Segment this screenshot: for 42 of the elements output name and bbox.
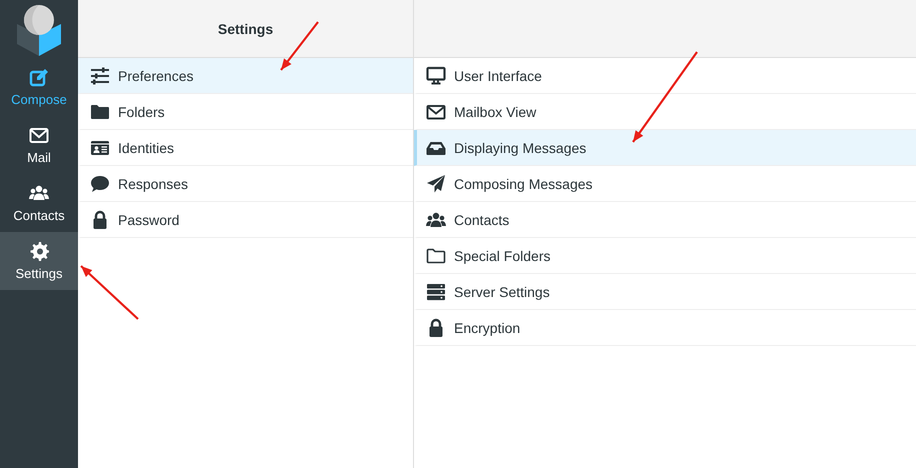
sliders-icon <box>90 66 110 86</box>
nav-item[interactable]: Mail <box>0 116 78 174</box>
list-item[interactable]: Encryption <box>414 310 916 346</box>
list-item[interactable]: Password <box>78 202 413 238</box>
item-label: User Interface <box>454 68 542 84</box>
item-label: Server Settings <box>454 284 550 300</box>
speech-bubble-icon <box>90 174 110 194</box>
list-item[interactable]: Displaying Messages <box>414 130 916 166</box>
item-label: Special Folders <box>454 248 550 264</box>
nav-item[interactable]: Settings <box>0 232 78 290</box>
annotation-arrow <box>80 265 139 320</box>
item-label: Folders <box>118 104 165 120</box>
gear-icon <box>29 241 49 261</box>
nav-item[interactable]: Compose <box>0 58 78 116</box>
list-item[interactable]: User Interface <box>414 58 916 94</box>
list-item[interactable]: Preferences <box>78 58 413 94</box>
item-label: Displaying Messages <box>454 140 586 156</box>
item-label: Password <box>118 212 180 228</box>
pencil-icon <box>29 67 49 87</box>
list-item[interactable]: Identities <box>78 130 413 166</box>
item-label: Preferences <box>118 68 194 84</box>
list-item[interactable]: Contacts <box>414 202 916 238</box>
paper-plane-icon <box>426 174 446 194</box>
item-label: Responses <box>118 176 188 192</box>
item-label: Mailbox View <box>454 104 536 120</box>
item-label: Encryption <box>454 320 520 336</box>
item-label: Identities <box>118 140 174 156</box>
list-item[interactable]: Special Folders <box>414 238 916 274</box>
list-item[interactable]: Responses <box>78 166 413 202</box>
item-label: Composing Messages <box>454 176 593 192</box>
list-item[interactable]: Server Settings <box>414 274 916 310</box>
annotation-arrow <box>280 21 319 71</box>
list-item[interactable]: Composing Messages <box>414 166 916 202</box>
monitor-icon <box>426 66 446 86</box>
server-icon <box>426 282 446 302</box>
column-title: Settings <box>218 20 274 36</box>
envelope-icon <box>29 125 49 145</box>
item-label: Contacts <box>454 212 510 228</box>
nav-item[interactable]: Contacts <box>0 174 78 232</box>
list-item[interactable]: Folders <box>78 94 413 130</box>
folder-outline-icon <box>426 246 446 266</box>
people-icon <box>29 183 49 203</box>
